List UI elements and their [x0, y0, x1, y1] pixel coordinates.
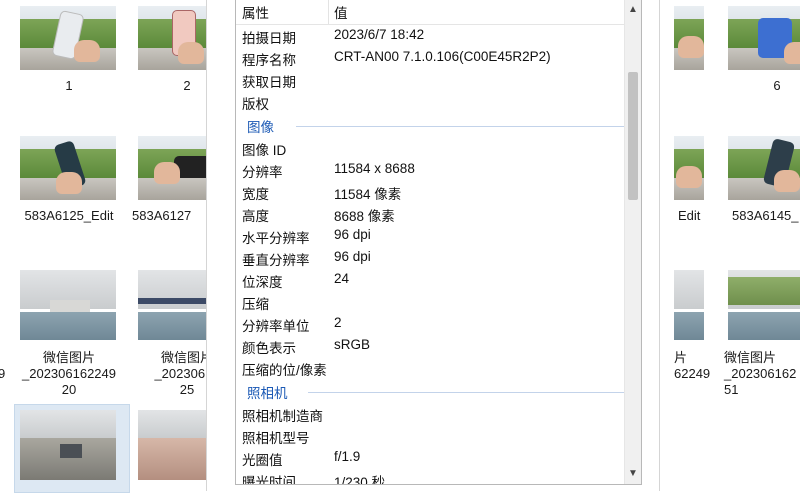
- file-name: 6: [773, 78, 781, 93]
- property-value: 24: [334, 271, 350, 286]
- list-header: 属性 值: [236, 0, 626, 25]
- property-name: 照相机制造商: [242, 409, 323, 424]
- thumbnail-image: [674, 6, 704, 70]
- property-value: 96 dpi: [334, 249, 371, 264]
- property-row[interactable]: 获取日期: [236, 69, 626, 91]
- property-name: 位深度: [242, 275, 283, 290]
- section-header-camera: 照相机: [236, 379, 626, 403]
- property-name: 曝光时间: [242, 475, 296, 485]
- file-name: 微信图片 _202306162249 20: [22, 350, 116, 397]
- property-row[interactable]: 压缩: [236, 291, 626, 313]
- thumbnail-image: [20, 136, 116, 200]
- property-name: 宽度: [242, 187, 269, 202]
- property-name: 压缩: [242, 297, 269, 312]
- properties-rows: 属性 值 拍摄日期 2023/6/7 18:42 程序名称 CRT-AN00 7…: [236, 0, 626, 485]
- property-row[interactable]: 水平分辨率 96 dpi: [236, 225, 626, 247]
- section-title: 照相机: [247, 386, 288, 401]
- property-row[interactable]: 分辨率 11584 x 8688: [236, 159, 626, 181]
- property-row[interactable]: 拍摄日期 2023/6/7 18:42: [236, 25, 626, 47]
- property-name: 分辨率: [242, 165, 283, 180]
- property-row[interactable]: 光圈值 f/1.9: [236, 447, 626, 469]
- property-name: 颜色表示: [242, 341, 296, 356]
- property-name: 获取日期: [242, 75, 296, 90]
- property-row[interactable]: 压缩的位/像素: [236, 357, 626, 379]
- thumbnail-image: [20, 6, 116, 70]
- thumbnail-image: [674, 270, 704, 340]
- section-title: 图像: [247, 120, 274, 135]
- section-header-image: 图像: [236, 113, 626, 137]
- property-row[interactable]: 位深度 24: [236, 269, 626, 291]
- property-row[interactable]: 曝光时间 1/230 秒: [236, 469, 626, 485]
- thumbnail-image: [20, 410, 116, 480]
- property-row[interactable]: 颜色表示 sRGB: [236, 335, 626, 357]
- property-value: 1/230 秒: [334, 475, 386, 485]
- column-header-value[interactable]: 值: [334, 2, 348, 22]
- column-divider[interactable]: [328, 0, 329, 24]
- property-row[interactable]: 照相机制造商: [236, 403, 626, 425]
- thumbnail-image: [20, 270, 116, 340]
- property-row[interactable]: 垂直分辨率 96 dpi: [236, 247, 626, 269]
- property-row[interactable]: 程序名称 CRT-AN00 7.1.0.106(C00E45R2P2): [236, 47, 626, 69]
- property-name: 分辨率单位: [242, 319, 310, 334]
- property-value: sRGB: [334, 337, 371, 352]
- section-divider: [308, 392, 624, 393]
- property-value: 2: [334, 315, 342, 330]
- file-name: 1: [65, 78, 73, 93]
- vertical-scrollbar[interactable]: ▲ ▼: [624, 0, 641, 484]
- property-name: 高度: [242, 209, 269, 224]
- property-name: 版权: [242, 97, 269, 112]
- thumbnail-image: [728, 270, 800, 340]
- file-name: 微信图片 _202306162 51: [724, 350, 797, 397]
- property-value: 2023/6/7 18:42: [334, 27, 425, 42]
- property-name: 垂直分辨率: [242, 253, 310, 268]
- property-name: 照相机型号: [242, 431, 310, 446]
- property-value: 8688 像素: [334, 209, 395, 224]
- properties-dialog: 属性 值 拍摄日期 2023/6/7 18:42 程序名称 CRT-AN00 7…: [206, 0, 660, 491]
- thumbnail-image: [674, 136, 704, 200]
- property-row[interactable]: 图像 ID: [236, 137, 626, 159]
- property-name: 拍摄日期: [242, 31, 296, 46]
- property-name: 图像 ID: [242, 143, 287, 158]
- property-row[interactable]: 照相机型号: [236, 425, 626, 447]
- thumbnail-image: [728, 136, 800, 200]
- scroll-down-icon[interactable]: ▼: [625, 465, 641, 483]
- column-header-property[interactable]: 属性: [242, 2, 269, 22]
- property-value: f/1.9: [334, 449, 361, 464]
- file-name: Edit: [678, 208, 701, 223]
- property-name: 水平分辨率: [242, 231, 310, 246]
- property-value: 11584 x 8688: [334, 161, 415, 176]
- property-value: CRT-AN00 7.1.0.106(C00E45R2P2): [334, 49, 551, 64]
- file-name: 583A6125_Edit: [24, 208, 114, 223]
- property-row[interactable]: 高度 8688 像素: [236, 203, 626, 225]
- section-divider: [296, 126, 624, 127]
- scrollbar-thumb[interactable]: [628, 72, 638, 200]
- file-name: 583A6145_: [732, 208, 799, 223]
- property-name: 程序名称: [242, 53, 296, 68]
- thumbnail-image: [728, 6, 800, 70]
- property-row[interactable]: 分辨率单位 2: [236, 313, 626, 335]
- file-name: 片 62249: [674, 350, 711, 381]
- property-name: 压缩的位/像素: [242, 363, 327, 378]
- file-name: 9: [0, 366, 6, 381]
- scroll-up-icon[interactable]: ▲: [625, 1, 641, 19]
- property-row[interactable]: 版权: [236, 91, 626, 113]
- property-row[interactable]: 宽度 11584 像素: [236, 181, 626, 203]
- properties-list[interactable]: 属性 值 拍摄日期 2023/6/7 18:42 程序名称 CRT-AN00 7…: [235, 0, 642, 485]
- property-value: 96 dpi: [334, 227, 371, 242]
- property-name: 光圈值: [242, 453, 283, 468]
- property-value: 11584 像素: [334, 187, 402, 202]
